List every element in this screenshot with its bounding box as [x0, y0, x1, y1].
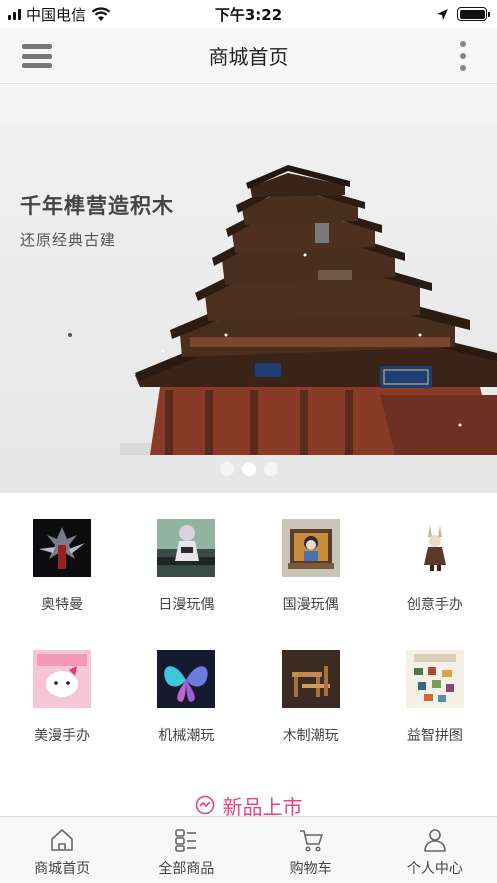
- tab-label: 购物车: [289, 861, 332, 877]
- category-label: 机械潮玩: [158, 728, 215, 744]
- carousel-dot[interactable]: [219, 462, 234, 476]
- banner-pagoda-image: [0, 125, 497, 493]
- category-image: [33, 519, 92, 577]
- location-arrow-icon: [437, 8, 448, 20]
- new-arrivals-icon: [195, 795, 214, 815]
- tab-profile[interactable]: 个人中心: [373, 817, 497, 883]
- carousel-indicator[interactable]: [0, 462, 497, 476]
- category-image: [157, 650, 216, 708]
- category-item[interactable]: 美漫手办: [0, 636, 124, 767]
- carousel-dot[interactable]: [263, 462, 278, 476]
- banner-carousel[interactable]: 千年榫营造积木 还原经典古建: [0, 125, 497, 493]
- list-icon: [175, 829, 197, 852]
- user-icon: [424, 829, 446, 852]
- banner-subtitle: 还原经典古建: [20, 231, 117, 249]
- carrier-label: 中国电信: [26, 5, 87, 24]
- category-item[interactable]: 国漫玩偶: [249, 505, 373, 636]
- category-label: 奥特曼: [41, 597, 84, 613]
- nav-bar: 商城首页: [0, 28, 497, 84]
- banner-title: 千年榫营造积木: [20, 194, 174, 218]
- category-image: [281, 519, 340, 577]
- category-label: 日漫玩偶: [158, 597, 215, 613]
- wifi-icon: [91, 6, 111, 21]
- cart-icon: [299, 830, 323, 852]
- battery-icon: [457, 7, 490, 21]
- page-title: 商城首页: [208, 45, 289, 69]
- tab-label: 全部商品: [158, 861, 215, 877]
- category-item[interactable]: 奥特曼: [0, 505, 124, 636]
- category-image: [405, 519, 464, 577]
- tab-all-products[interactable]: 全部商品: [124, 817, 248, 883]
- category-item[interactable]: 木制潮玩: [249, 636, 373, 767]
- header-spacer: [0, 85, 497, 125]
- category-grid: 奥特曼 日漫玩偶 国漫玩偶 创意手办 美漫手办 机械潮玩 木制潮玩 益智拼图: [0, 505, 497, 767]
- category-item[interactable]: 创意手办: [373, 505, 497, 636]
- home-icon: [51, 829, 73, 851]
- category-label: 创意手办: [406, 597, 463, 613]
- category-label: 木制潮玩: [282, 728, 339, 744]
- tab-home[interactable]: 商城首页: [0, 817, 124, 883]
- tab-cart[interactable]: 购物车: [249, 817, 373, 883]
- category-label: 国漫玩偶: [282, 597, 339, 613]
- status-bar: 中国电信 下午3:22: [0, 0, 497, 28]
- status-right: [436, 7, 490, 21]
- tab-label: 商城首页: [34, 861, 91, 877]
- carousel-dot[interactable]: [241, 462, 256, 476]
- category-item[interactable]: 益智拼图: [373, 636, 497, 767]
- category-image: [281, 650, 340, 708]
- tab-label: 个人中心: [406, 861, 463, 877]
- menu-icon[interactable]: [22, 42, 52, 70]
- status-left: 中国电信: [8, 4, 111, 25]
- category-item[interactable]: 机械潮玩: [124, 636, 248, 767]
- more-vertical-icon[interactable]: [459, 41, 467, 71]
- category-image: [405, 650, 464, 708]
- signal-icon: [8, 8, 21, 20]
- category-label: 益智拼图: [406, 728, 463, 744]
- category-image: [157, 519, 216, 577]
- bottom-tab-bar: 商城首页 全部商品 购物车 个人中心: [0, 816, 497, 883]
- category-label: 美漫手办: [34, 728, 91, 744]
- category-item[interactable]: 日漫玩偶: [124, 505, 248, 636]
- category-image: [33, 650, 92, 708]
